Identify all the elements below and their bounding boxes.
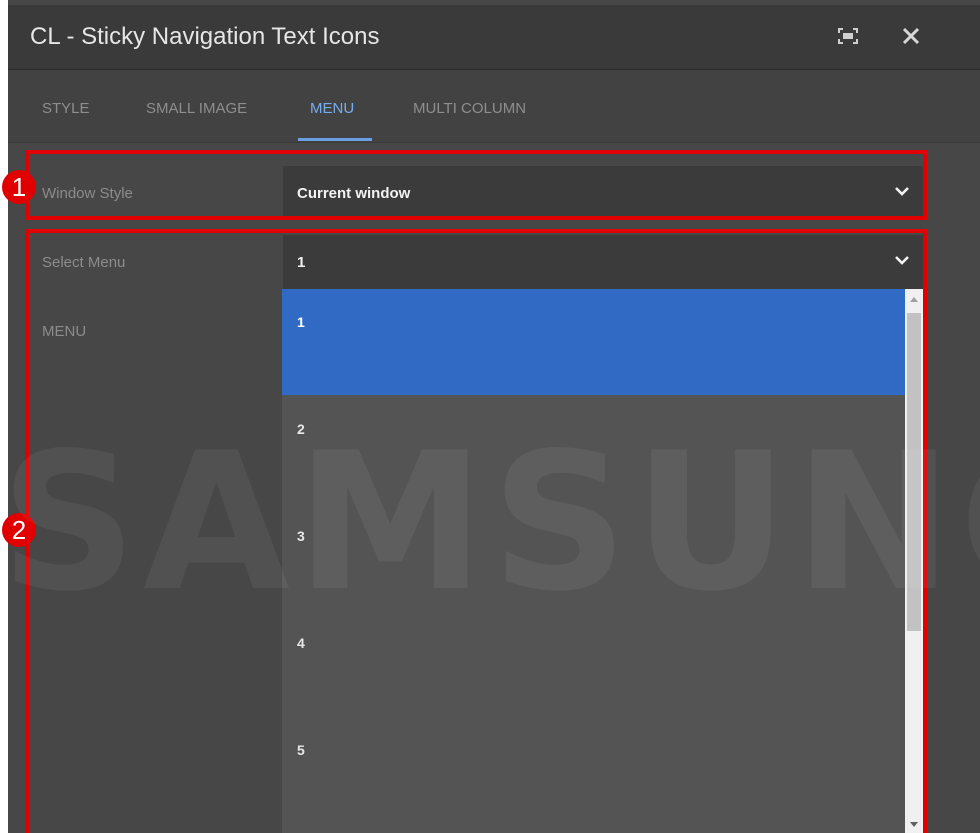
tab-small-image[interactable]: SMALL IMAGE bbox=[146, 100, 247, 117]
tab-multi-column[interactable]: MULTI COLUMN bbox=[413, 100, 526, 117]
fullscreen-icon[interactable] bbox=[833, 21, 863, 51]
highlight-box-1 bbox=[25, 150, 927, 220]
dialog-title: CL - Sticky Navigation Text Icons bbox=[30, 23, 380, 50]
active-tab-indicator bbox=[298, 138, 372, 141]
annotation-badge-2: 2 bbox=[2, 513, 36, 547]
highlight-box-2 bbox=[25, 229, 927, 833]
title-bar: CL - Sticky Navigation Text Icons bbox=[8, 5, 980, 70]
tab-bar: STYLE SMALL IMAGE MENU MULTI COLUMN bbox=[8, 70, 980, 143]
tab-menu[interactable]: MENU bbox=[310, 100, 354, 117]
annotation-badge-1: 1 bbox=[2, 170, 36, 204]
tab-style[interactable]: STYLE bbox=[42, 100, 90, 117]
close-icon[interactable] bbox=[896, 21, 926, 51]
